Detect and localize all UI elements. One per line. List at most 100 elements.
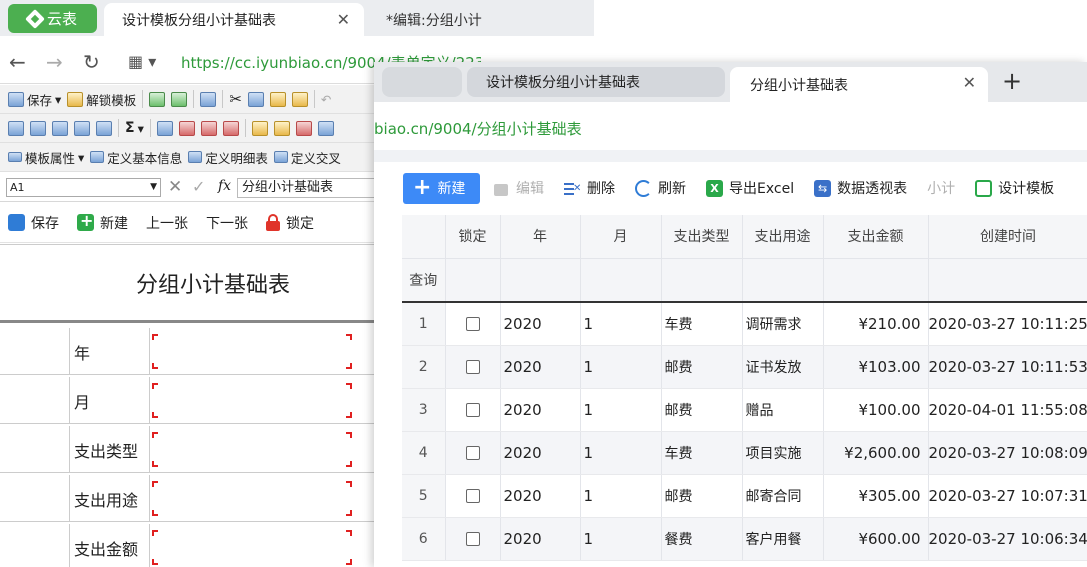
yunbiao-app-button[interactable]: 云表 <box>8 4 97 33</box>
field-input[interactable] <box>152 530 352 565</box>
subtotal-button[interactable]: 小计 <box>927 178 955 198</box>
created-cell: 2020-03-27 10:06:34 <box>928 517 1087 561</box>
column-header-year[interactable]: 年 <box>500 215 581 259</box>
delete-row-icon[interactable] <box>178 120 195 136</box>
field-input[interactable] <box>152 481 352 516</box>
save-button[interactable]: 保存 <box>8 213 59 233</box>
delete-column-icon[interactable] <box>200 120 217 136</box>
query-cell[interactable] <box>580 258 662 303</box>
import-icon[interactable] <box>200 91 217 107</box>
front-tab-hidden[interactable] <box>382 67 462 97</box>
function-icon[interactable]: fx <box>218 178 231 194</box>
query-cell[interactable] <box>445 258 501 303</box>
lock-checkbox[interactable] <box>465 403 480 417</box>
define-cross-button[interactable]: 定义交叉 <box>273 148 341 167</box>
table-row[interactable]: 6 2020 1 餐费 客户用餐 ¥600.00 2020-03-27 10:06:34 <box>402 517 1087 561</box>
column-header-type[interactable]: 支出类型 <box>661 215 743 259</box>
field-input[interactable] <box>152 432 352 467</box>
new-record-button[interactable]: + 新建 <box>403 172 480 204</box>
rows-icon[interactable] <box>52 120 68 136</box>
template-properties-button[interactable]: 模板属性 ▾ <box>8 148 84 167</box>
sum-menu-button[interactable]: Σ ▾ <box>125 120 144 136</box>
row-number: 2 <box>402 345 446 389</box>
close-tab-icon[interactable]: ✕ <box>963 73 976 92</box>
table-icon[interactable] <box>8 120 24 136</box>
copy-template-icon[interactable] <box>149 91 166 107</box>
field-input[interactable] <box>152 383 352 418</box>
new-tab-icon[interactable]: + <box>1002 67 1022 95</box>
column-header-amount[interactable]: 支出金额 <box>823 215 929 259</box>
delete-button[interactable]: 删除 <box>564 178 615 198</box>
query-cell[interactable] <box>500 258 581 303</box>
unlock-template-button[interactable]: 解锁模板 <box>67 90 136 109</box>
cancel-formula-icon[interactable]: ✕ <box>168 177 182 197</box>
column-header-purpose[interactable]: 支出用途 <box>742 215 824 259</box>
back-arrow-icon[interactable]: ← <box>9 50 26 74</box>
apps-grid-icon[interactable]: ▦ ▾ <box>128 52 156 71</box>
data-icon[interactable] <box>251 120 268 136</box>
previous-button[interactable]: 上一张 <box>146 213 188 233</box>
table-row[interactable]: 4 2020 1 车费 项目实施 ¥2,600.00 2020-03-27 10:08:09 <box>402 431 1087 475</box>
front-tab-design-template[interactable]: 设计模板分组小计基础表 <box>467 67 725 97</box>
define-detail-table-button[interactable]: 定义明细表 <box>188 148 268 167</box>
query-cell[interactable] <box>928 258 1087 303</box>
table-row[interactable]: 3 2020 1 邮费 赠品 ¥100.00 2020-04-01 11:55:08 <box>402 388 1087 432</box>
field-input[interactable] <box>152 334 352 369</box>
query-cell[interactable] <box>742 258 824 303</box>
lock-checkbox[interactable] <box>465 489 480 503</box>
pivot-table-button[interactable]: ⇆ 数据透视表 <box>814 178 907 198</box>
refresh-button[interactable]: 刷新 <box>635 178 686 198</box>
format-brush-icon[interactable] <box>291 91 308 107</box>
column-header-created[interactable]: 创建时间 <box>928 215 1087 259</box>
lock-checkbox[interactable] <box>465 360 480 374</box>
front-tab-subtotal-table[interactable]: 分组小计基础表 ✕ <box>730 67 988 102</box>
filter-icon[interactable] <box>273 120 290 136</box>
column-header-lock[interactable]: 锁定 <box>445 215 501 259</box>
purpose-cell: 项目实施 <box>742 431 824 475</box>
close-tab-icon[interactable]: ✕ <box>337 10 350 29</box>
lock-cell[interactable] <box>445 474 501 518</box>
design-template-button[interactable]: 设计模板 <box>975 178 1054 198</box>
clear-icon[interactable] <box>222 120 239 136</box>
chart-icon[interactable] <box>317 120 334 136</box>
cell-reference-box[interactable]: A1 ▼ <box>6 178 161 197</box>
reload-icon[interactable]: ↻ <box>83 50 100 74</box>
export-excel-button[interactable]: X 导出Excel <box>706 178 794 198</box>
edit-button[interactable]: 编辑 <box>493 178 544 198</box>
copy-icon[interactable] <box>247 91 264 107</box>
merge-icon[interactable] <box>96 120 112 136</box>
query-cell[interactable] <box>661 258 743 303</box>
lock-button[interactable]: 锁定 <box>266 213 314 233</box>
column-header-month[interactable]: 月 <box>580 215 662 259</box>
paste-template-icon[interactable] <box>171 91 188 107</box>
lock-checkbox[interactable] <box>465 317 480 332</box>
lock-cell[interactable] <box>445 345 501 389</box>
table-row[interactable]: 5 2020 1 邮费 邮寄合同 ¥305.00 2020-03-27 10:07:31 <box>402 474 1087 518</box>
save-menu-button[interactable]: 保存 ▾ <box>8 90 61 109</box>
lock-checkbox[interactable] <box>465 446 480 460</box>
back-tab-edit-subtotal[interactable]: *编辑:分组小计 <box>372 3 594 36</box>
front-url[interactable]: biao.cn/9004/分组小计基础表 <box>374 118 582 139</box>
paste-icon[interactable] <box>269 91 286 107</box>
lock-cell[interactable] <box>445 517 501 561</box>
lock-cell[interactable] <box>445 431 501 475</box>
columns-icon[interactable] <box>74 120 90 136</box>
confirm-formula-icon[interactable]: ✓ <box>192 177 205 196</box>
new-button[interactable]: 新建 <box>77 211 128 233</box>
query-cell[interactable] <box>823 258 929 303</box>
report-icon[interactable] <box>295 120 312 136</box>
next-button[interactable]: 下一张 <box>206 213 248 233</box>
back-tab-design-template[interactable]: 设计模板分组小计基础表 ✕ <box>104 3 364 36</box>
define-basic-info-button[interactable]: 定义基本信息 <box>90 148 182 167</box>
lock-cell[interactable] <box>445 302 501 346</box>
table-row[interactable]: 2 2020 1 邮费 证书发放 ¥103.00 2020-03-27 10:11:53 <box>402 345 1087 389</box>
insert-row-icon[interactable] <box>156 120 173 136</box>
forward-arrow-icon[interactable]: → <box>46 50 63 74</box>
grid-icon[interactable] <box>30 120 46 136</box>
table-row[interactable]: 1 2020 1 车费 调研需求 ¥210.00 2020-03-27 10:11:25 <box>402 302 1087 346</box>
subtotal-label: 小计 <box>927 181 956 197</box>
lock-checkbox[interactable] <box>465 532 480 546</box>
undo-icon[interactable]: ↶ <box>321 92 331 107</box>
cut-icon[interactable]: ✂ <box>229 90 242 108</box>
lock-cell[interactable] <box>445 388 501 432</box>
